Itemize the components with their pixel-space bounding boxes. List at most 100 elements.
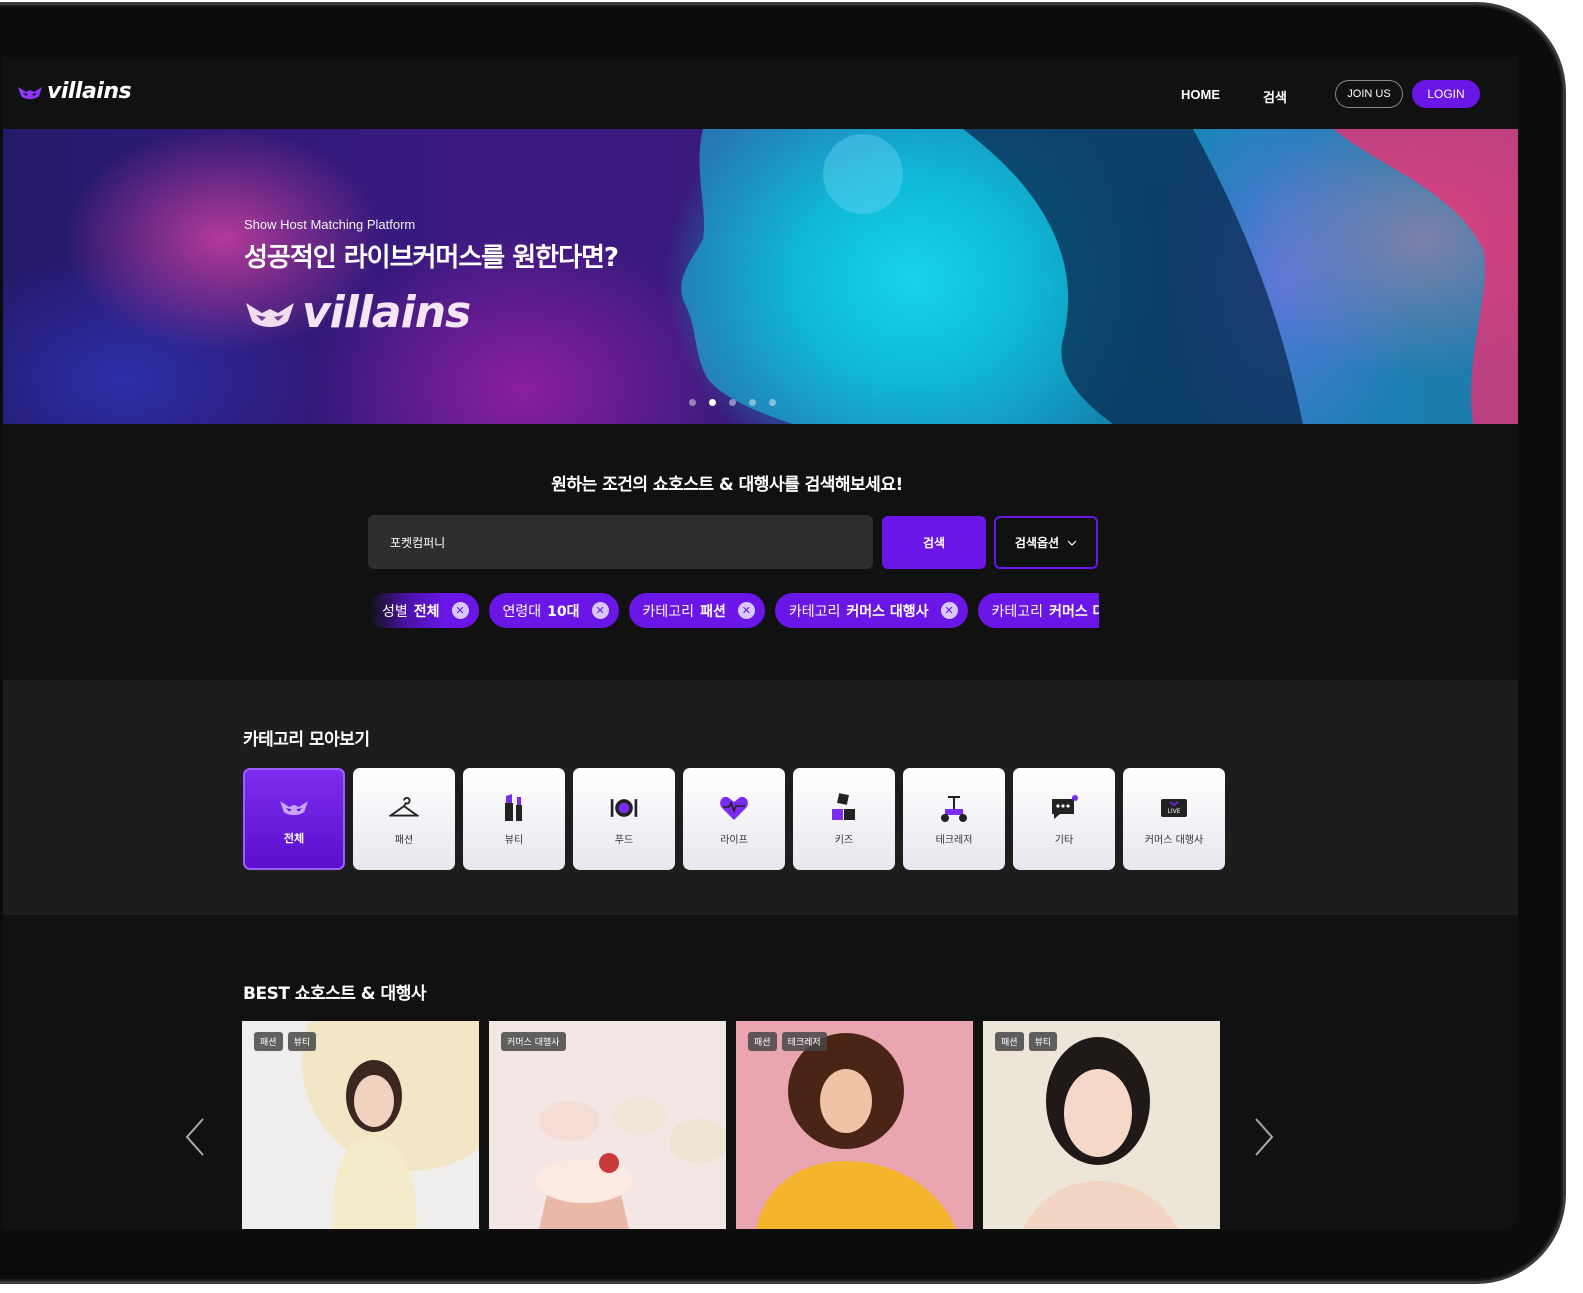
- hero-logo-text: villains: [302, 287, 471, 338]
- category-etc[interactable]: 기타: [1013, 768, 1115, 870]
- close-icon[interactable]: ✕: [591, 602, 609, 619]
- slide-dots: [689, 399, 776, 406]
- cupcake-photo-image: [536, 1098, 726, 1229]
- heart-pulse-icon: [719, 793, 749, 823]
- tag-list: 패션 테크레저: [748, 1032, 827, 1051]
- hero-logo: villains: [244, 287, 471, 338]
- cosmetics-icon: [499, 793, 529, 823]
- chip-key: 카테고리: [642, 603, 695, 620]
- category-heading: 카테고리 모아보기: [243, 730, 370, 750]
- search-button[interactable]: 검색: [882, 516, 986, 569]
- close-icon[interactable]: ✕: [737, 602, 755, 619]
- host-photo-image: [756, 1033, 956, 1229]
- search-heading: 원하는 조건의 쇼호스트 & 대행사를 검색해보세요!: [551, 475, 903, 495]
- host-photo-image: [302, 1021, 479, 1229]
- mask-icon: [279, 792, 309, 822]
- hero-banner[interactable]: Show Host Matching Platform 성공적인 라이브커머스를…: [3, 129, 1518, 424]
- filter-chip[interactable]: 카테고리 커머스 대: [977, 593, 1099, 628]
- chip-key: 성별: [382, 603, 408, 620]
- logo-text: villains: [47, 79, 132, 104]
- mask-logo-icon: [18, 86, 42, 99]
- hanger-icon: [389, 793, 419, 823]
- category-food[interactable]: 푸드: [573, 768, 675, 870]
- screen: villains HOME 검색 JOIN US LOGIN Show Host…: [3, 57, 1518, 1230]
- category-label: 패션: [394, 834, 414, 846]
- best-list: 패션 뷰티 커머스 대행사 패션 테크레저 패션 뷰티: [242, 1021, 1220, 1229]
- close-icon[interactable]: ✕: [940, 602, 958, 619]
- category-life[interactable]: 라이프: [683, 768, 785, 870]
- slide-dot[interactable]: [729, 399, 736, 406]
- nav-search[interactable]: 검색: [1263, 87, 1287, 106]
- category-list: 전체 패션 뷰티 푸드 라이프 키즈 테크레저 기타 LIVE 커머스 대행사: [243, 768, 1225, 870]
- hero-title: 성공적인 라이브커머스를 원한다면?: [244, 243, 619, 273]
- chip-value: 10대: [547, 603, 580, 620]
- close-icon[interactable]: ✕: [451, 602, 469, 619]
- slide-dot-active[interactable]: [709, 399, 716, 406]
- best-card[interactable]: 패션 뷰티: [242, 1021, 479, 1229]
- tag: 패션: [748, 1032, 777, 1051]
- best-heading: BEST 쇼호스트 & 대행사: [243, 984, 426, 1004]
- chevron-left-icon[interactable]: [185, 1117, 205, 1157]
- blocks-icon: [829, 792, 859, 823]
- category-fashion[interactable]: 패션: [353, 768, 455, 870]
- chip-value: 패션: [700, 603, 726, 620]
- best-card[interactable]: 패션 뷰티: [983, 1021, 1220, 1229]
- tag-list: 패션 뷰티: [254, 1032, 317, 1051]
- category-kids[interactable]: 키즈: [793, 768, 895, 870]
- category-label: 전체: [283, 832, 305, 845]
- category-label: 기타: [1054, 834, 1074, 846]
- tag: 테크레저: [781, 1032, 827, 1051]
- search-options-button[interactable]: 검색옵션: [994, 516, 1098, 569]
- category-label: 테크레저: [935, 834, 973, 846]
- category-label: 뷰티: [504, 834, 524, 846]
- category-label: 키즈: [834, 834, 854, 846]
- search-input[interactable]: 포켓컴퍼니: [368, 515, 873, 569]
- header: villains HOME 검색 JOIN US LOGIN: [3, 57, 1518, 129]
- scooter-icon: [939, 793, 969, 823]
- tag: 패션: [995, 1032, 1024, 1051]
- best-card[interactable]: 커머스 대행사: [489, 1021, 726, 1229]
- filter-chip[interactable]: 카테고리 패션 ✕: [628, 593, 765, 628]
- filter-chip[interactable]: 연령대 10대 ✕: [488, 593, 619, 628]
- slide-dot[interactable]: [769, 399, 776, 406]
- filter-chips: 성별 전체 ✕ 연령대 10대 ✕ 카테고리 패션 ✕ 카테고리 커머스 대행사…: [368, 593, 1099, 629]
- category-label: 라이프: [720, 834, 748, 846]
- login-button[interactable]: LOGIN: [1412, 80, 1480, 108]
- tag-list: 패션 뷰티: [995, 1032, 1058, 1051]
- chip-value: 커머스 대: [1049, 603, 1099, 620]
- category-label: 푸드: [614, 834, 634, 846]
- filter-chip[interactable]: 성별 전체 ✕: [368, 593, 479, 628]
- plate-icon: [609, 793, 639, 823]
- hero-portrait-image: [681, 129, 1518, 424]
- best-card[interactable]: 패션 테크레저: [736, 1021, 973, 1229]
- live-icon: LIVE: [1159, 793, 1189, 823]
- category-beauty[interactable]: 뷰티: [463, 768, 565, 870]
- chevron-right-icon[interactable]: [1254, 1117, 1274, 1157]
- tag-list: 커머스 대행사: [501, 1032, 566, 1051]
- hero-subtitle: Show Host Matching Platform: [244, 217, 416, 232]
- search-options-label: 검색옵션: [1014, 536, 1060, 550]
- slide-dot[interactable]: [749, 399, 756, 406]
- chip-key: 카테고리: [991, 603, 1044, 620]
- tablet-frame: villains HOME 검색 JOIN US LOGIN Show Host…: [0, 2, 1566, 1284]
- category-all[interactable]: 전체: [243, 768, 345, 870]
- tag: 뷰티: [1028, 1032, 1058, 1051]
- logo[interactable]: villains: [17, 79, 132, 104]
- chip-value: 전체: [413, 603, 440, 620]
- mask-icon: [246, 302, 294, 327]
- chip-key: 카테고리: [788, 603, 841, 620]
- slide-dot[interactable]: [689, 399, 696, 406]
- tag: 커머스 대행사: [501, 1032, 566, 1051]
- nav-home[interactable]: HOME: [1181, 87, 1220, 102]
- chip-value: 커머스 대행사: [846, 603, 929, 620]
- category-label: 커머스 대행사: [1144, 834, 1204, 846]
- chevron-down-icon: [1067, 540, 1077, 546]
- join-button[interactable]: JOIN US: [1335, 80, 1403, 108]
- chip-key: 연령대: [502, 603, 542, 620]
- tag: 뷰티: [287, 1032, 317, 1051]
- category-tech-leisure[interactable]: 테크레저: [903, 768, 1005, 870]
- category-agency[interactable]: LIVE 커머스 대행사: [1123, 768, 1225, 870]
- svg-text:LIVE: LIVE: [1167, 808, 1180, 815]
- host-photo-image: [1023, 1037, 1178, 1229]
- filter-chip[interactable]: 카테고리 커머스 대행사 ✕: [774, 593, 968, 628]
